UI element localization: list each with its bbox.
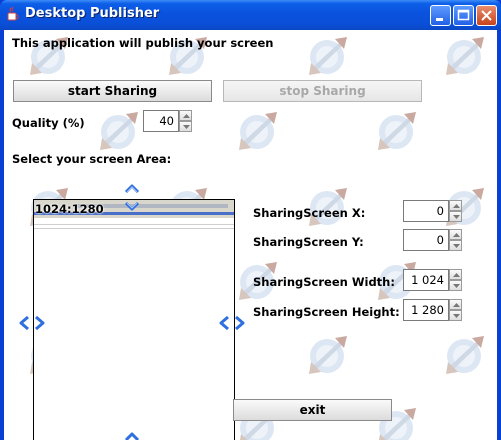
sharing-x-down-button[interactable] bbox=[449, 211, 462, 222]
sharing-y-up-button[interactable] bbox=[449, 229, 462, 240]
chevron-down-icon bbox=[453, 284, 460, 288]
chevron-down-icon bbox=[453, 244, 460, 248]
quality-up-button[interactable] bbox=[179, 110, 192, 121]
sharing-height-up-button[interactable] bbox=[449, 299, 462, 310]
intro-text: This application will publish your scree… bbox=[12, 36, 274, 50]
chevron-up-icon bbox=[453, 204, 460, 208]
minimize-button[interactable] bbox=[430, 5, 451, 26]
screen-area-preview[interactable]: 1024:1280 bbox=[33, 199, 235, 440]
sharing-y-down-button[interactable] bbox=[449, 240, 462, 251]
exit-button[interactable]: exit bbox=[233, 399, 392, 421]
quality-down-button[interactable] bbox=[179, 121, 192, 132]
sharing-height-field[interactable]: 1 280 bbox=[403, 299, 449, 321]
chevron-down-icon bbox=[183, 125, 190, 129]
sharing-height-down-button[interactable] bbox=[449, 310, 462, 321]
java-cup-icon bbox=[7, 7, 19, 21]
chevron-up-icon bbox=[453, 303, 460, 307]
sharing-x-spinner[interactable]: 0 bbox=[403, 200, 462, 222]
preview-resolution-text: 1024:1280 bbox=[35, 202, 104, 216]
minimize-icon bbox=[436, 18, 443, 21]
sharing-y-label: SharingScreen Y: bbox=[253, 235, 364, 249]
sharing-width-spinner[interactable]: 1 024 bbox=[403, 269, 462, 291]
resize-top-handle[interactable] bbox=[124, 183, 140, 211]
maximize-button[interactable] bbox=[453, 5, 474, 26]
sharing-x-field[interactable]: 0 bbox=[403, 200, 449, 222]
sharing-height-label: SharingScreen Height: bbox=[253, 305, 400, 319]
sharing-y-spinner[interactable]: 0 bbox=[403, 229, 462, 251]
sharing-width-up-button[interactable] bbox=[449, 269, 462, 280]
title-bar[interactable]: Desktop Publisher bbox=[0, 0, 501, 30]
chevron-up-icon bbox=[183, 114, 190, 118]
chevron-down-icon bbox=[453, 215, 460, 219]
close-icon bbox=[481, 10, 492, 21]
resize-left-handle[interactable] bbox=[18, 315, 48, 331]
window-title: Desktop Publisher bbox=[25, 6, 160, 21]
quality-label: Quality (%) bbox=[12, 116, 85, 130]
sharing-y-field[interactable]: 0 bbox=[403, 229, 449, 251]
close-button[interactable] bbox=[476, 5, 497, 26]
start-sharing-button[interactable]: start Sharing bbox=[13, 80, 212, 102]
client-area: This application will publish your scree… bbox=[4, 30, 497, 440]
quality-spinner[interactable]: 40 bbox=[143, 110, 192, 132]
desktop-publisher-window: Desktop Publisher This application will … bbox=[0, 0, 501, 440]
resize-bottom-handle[interactable] bbox=[124, 432, 140, 440]
sharing-width-field[interactable]: 1 024 bbox=[403, 269, 449, 291]
chevron-up-icon bbox=[453, 273, 460, 277]
chevron-down-icon bbox=[453, 314, 460, 318]
sharing-width-down-button[interactable] bbox=[449, 280, 462, 291]
sharing-x-up-button[interactable] bbox=[449, 200, 462, 211]
sharing-height-spinner[interactable]: 1 280 bbox=[403, 299, 462, 321]
sharing-x-label: SharingScreen X: bbox=[253, 206, 366, 220]
sharing-width-label: SharingScreen Width: bbox=[253, 275, 395, 289]
quality-spinner-arrows[interactable] bbox=[179, 110, 192, 132]
chevron-up-icon bbox=[453, 233, 460, 237]
maximize-icon bbox=[457, 9, 470, 21]
screen-area-label: Select your screen Area: bbox=[12, 152, 172, 166]
stop-sharing-button[interactable]: stop Sharing bbox=[223, 80, 422, 102]
quality-field[interactable]: 40 bbox=[143, 110, 179, 132]
resize-right-handle[interactable] bbox=[218, 315, 248, 331]
